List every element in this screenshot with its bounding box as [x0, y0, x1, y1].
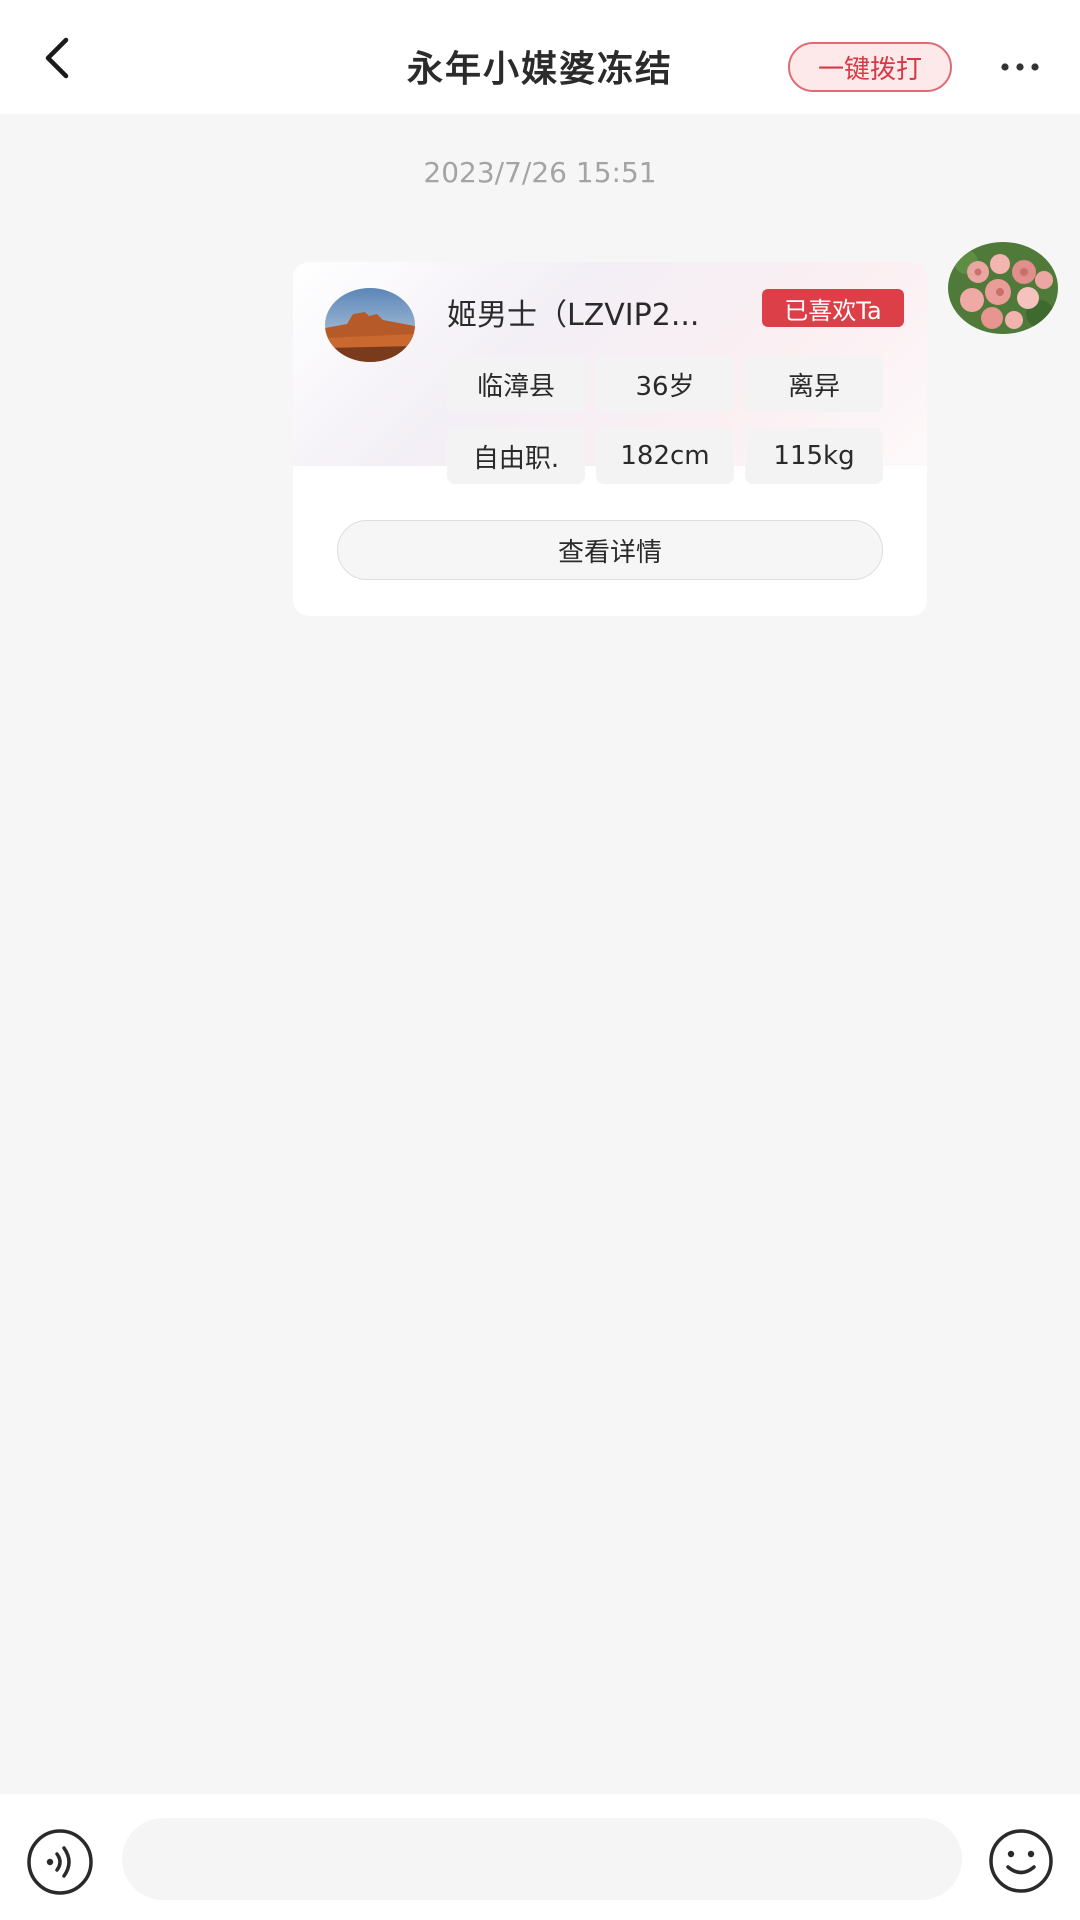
message-input[interactable]	[122, 1818, 962, 1900]
profile-avatar[interactable]	[325, 288, 415, 362]
emoji-button[interactable]	[988, 1828, 1054, 1894]
emoji-icon	[989, 1829, 1053, 1893]
top-navigation-bar: 永年小媒婆冻结 一键拨打	[0, 0, 1080, 114]
tag-height: 182cm	[596, 428, 734, 484]
more-options-button[interactable]	[990, 42, 1050, 92]
view-details-button[interactable]: 查看详情	[337, 520, 883, 580]
tag-weight: 115kg	[745, 428, 883, 484]
my-avatar[interactable]	[948, 242, 1058, 334]
tag-occupation: 自由职.	[447, 428, 585, 484]
profile-card[interactable]: 姬男士（LZVIP2... 已喜欢Ta 临漳县 36岁 离异 自由职. 182c…	[293, 262, 927, 616]
message-input-bar	[0, 1794, 1080, 1920]
liked-status-badge: 已喜欢Ta	[762, 289, 904, 327]
tag-marital-status: 离异	[745, 356, 883, 412]
flower-avatar-image	[948, 242, 1058, 334]
voice-input-button[interactable]	[26, 1828, 94, 1896]
tag-age: 36岁	[596, 356, 734, 412]
desert-avatar-image	[325, 288, 415, 362]
tag-location: 临漳县	[447, 356, 585, 412]
one-click-call-button[interactable]: 一键拨打	[788, 42, 952, 92]
more-dots-icon	[1001, 63, 1039, 71]
message-timestamp: 2023/7/26 15:51	[423, 156, 657, 189]
profile-name: 姬男士（LZVIP2...	[447, 298, 700, 333]
voice-icon	[27, 1829, 93, 1895]
